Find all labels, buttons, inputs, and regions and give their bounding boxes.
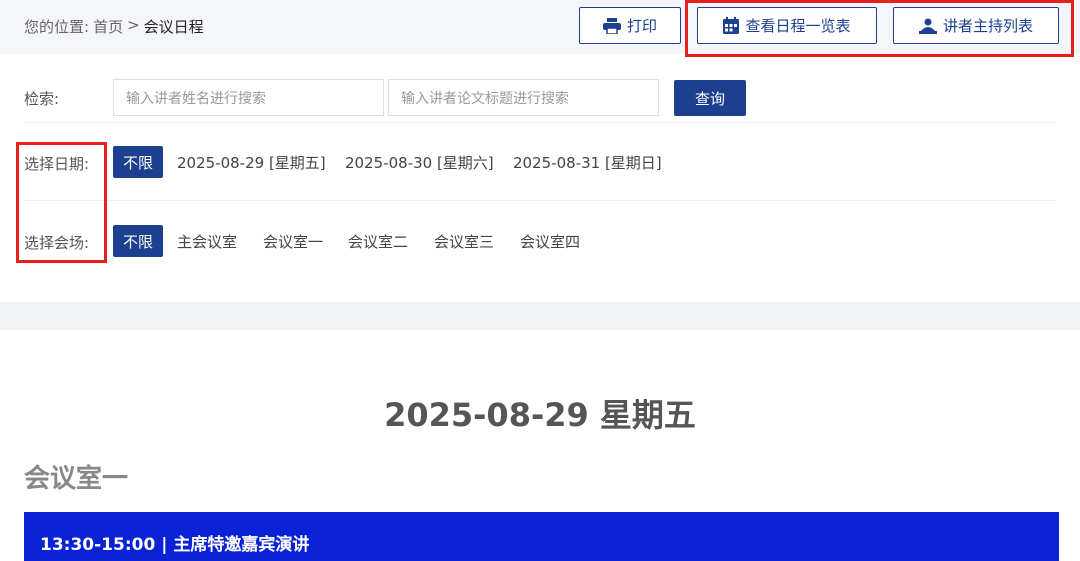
paper-title-search-input[interactable]: 输入讲者论文标题进行搜索	[388, 79, 659, 116]
schedule-content: 2025-08-29 星期五 会议室一 13:30-15:00 | 主席特邀嘉宾…	[0, 330, 1080, 561]
search-label: 检索:	[24, 90, 60, 108]
venue-option-room-1[interactable]: 会议室一	[263, 225, 323, 257]
breadcrumb-prefix: 您的位置:	[24, 18, 90, 36]
speakers-list-button-label: 讲者主持列表	[942, 17, 1033, 35]
calendar-icon	[723, 17, 740, 34]
date-option-2025-08-31[interactable]: 2025-08-31 [星期日]	[513, 146, 662, 178]
room-title: 会议室一	[24, 464, 129, 494]
venue-option-any[interactable]: 不限	[113, 225, 163, 257]
venue-option-main-hall[interactable]: 主会议室	[177, 225, 237, 257]
print-button[interactable]: 打印	[579, 7, 681, 44]
print-button-label: 打印	[626, 17, 657, 35]
session-header[interactable]: 13:30-15:00 | 主席特邀嘉宾演讲	[24, 512, 1059, 561]
venue-filter-label: 选择会场:	[24, 234, 90, 252]
divider	[24, 200, 1056, 201]
session-title: 13:30-15:00 | 主席特邀嘉宾演讲	[40, 535, 310, 555]
speakers-list-button[interactable]: 讲者主持列表	[893, 7, 1059, 44]
presenter-icon	[918, 18, 937, 34]
filter-panel: 检索: 输入讲者姓名进行搜索 输入讲者论文标题进行搜索 查询 选择日期: 不限 …	[0, 54, 1080, 302]
date-option-any[interactable]: 不限	[113, 146, 163, 178]
speaker-name-search-input[interactable]: 输入讲者姓名进行搜索	[113, 79, 384, 116]
schedule-list-button[interactable]: 查看日程一览表	[697, 7, 877, 44]
top-bar: 您的位置: 首页 > 会议日程 打印 查看日程一览表 讲者主持列表	[0, 0, 1080, 54]
date-option-2025-08-29[interactable]: 2025-08-29 [星期五]	[177, 146, 326, 178]
date-filter-label: 选择日期:	[24, 155, 90, 173]
breadcrumb-current: 会议日程	[143, 18, 204, 36]
breadcrumb-separator: >	[127, 16, 140, 34]
venue-option-room-4[interactable]: 会议室四	[520, 225, 580, 257]
query-button[interactable]: 查询	[674, 80, 746, 116]
date-option-2025-08-30[interactable]: 2025-08-30 [星期六]	[345, 146, 494, 178]
printer-icon	[602, 17, 621, 34]
day-title: 2025-08-29 星期五	[384, 396, 696, 434]
schedule-list-button-label: 查看日程一览表	[745, 17, 851, 35]
divider	[24, 122, 1056, 123]
breadcrumb-home-link[interactable]: 首页	[93, 16, 123, 37]
breadcrumb: 您的位置: 首页 > 会议日程	[24, 16, 204, 37]
venue-option-room-2[interactable]: 会议室二	[348, 225, 408, 257]
venue-option-room-3[interactable]: 会议室三	[434, 225, 494, 257]
